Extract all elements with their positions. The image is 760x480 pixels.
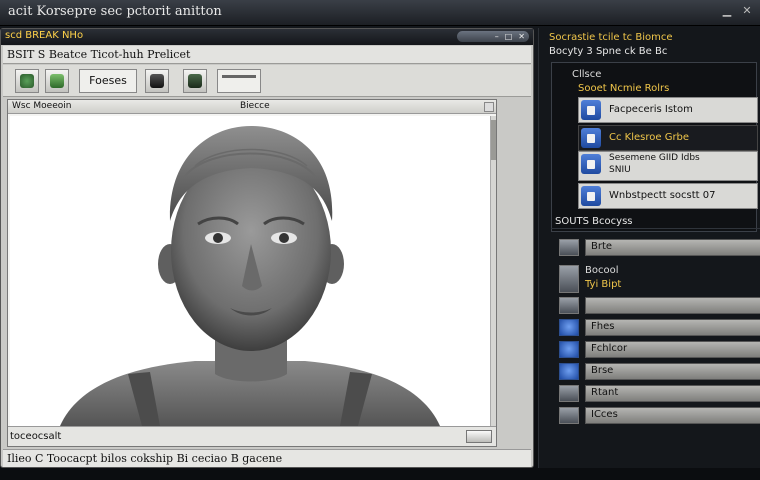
app-window: acit Korsepre sec pctorit anitton ▁ ✕ sc… — [0, 0, 760, 480]
document-icon — [581, 128, 601, 148]
layer-item[interactable]: ICces — [559, 407, 760, 424]
render-tool-button[interactable] — [145, 69, 169, 93]
editor-window: scd BREAK NHo – □ ✕ BSIT S Beatce Ticot-… — [0, 28, 534, 468]
cube-icon — [150, 74, 164, 88]
minimize-icon[interactable]: ▁ — [720, 4, 734, 18]
layers-list: Brte Bocool Tyi Bipt Fhes Fchlcor Brse R… — [551, 228, 760, 456]
side-panel: Socrastie tcile tc Biomce Bocyty 3 Spne … — [538, 28, 760, 468]
vertical-scrollbar[interactable] — [490, 116, 496, 446]
panel-subheading: Bocyty 3 Spne ck Be Bc — [549, 46, 668, 57]
toolbar: Foeses — [3, 65, 531, 97]
paint-tool-button[interactable] — [15, 69, 39, 93]
viewport-toggle-button[interactable] — [466, 430, 492, 443]
layers-title: SOUTS Bcocyss — [555, 216, 633, 227]
layer-icon — [559, 385, 579, 402]
editor-header: scd BREAK NHo – □ ✕ — [1, 29, 533, 45]
sphere-icon — [559, 363, 579, 380]
viewport-name: Wsc Moeeoin — [12, 101, 72, 111]
editor-title: scd BREAK NHo — [5, 30, 84, 41]
property-row[interactable]: Sesemene GIID Idbs SNIU — [578, 151, 758, 181]
layer-item[interactable]: Fhes — [559, 319, 760, 336]
property-row[interactable]: Facpeceris Istom — [578, 97, 758, 123]
properties-header: Cllsce — [572, 69, 602, 80]
layer-icon — [559, 297, 579, 314]
layer-bar — [585, 297, 760, 314]
viewport-panel: Wsc Moeeoin Biecce toceocsalt — [7, 99, 497, 447]
close-icon[interactable]: ✕ — [518, 31, 525, 42]
camera-tool-button[interactable] — [183, 69, 207, 93]
layer-item[interactable] — [559, 297, 760, 314]
document-icon — [581, 154, 601, 174]
property-row-selected[interactable]: Cc Klesroe Grbe — [578, 125, 758, 151]
panel-heading: Socrastie tcile tc Biomce — [549, 32, 673, 43]
slider-track — [222, 75, 256, 78]
viewport-footer: toceocsalt — [8, 426, 496, 446]
layer-item[interactable]: Rtant — [559, 385, 760, 402]
status-bar: Ilieo C Toocacpt bilos cokship Bi ceciao… — [3, 449, 531, 467]
features-button[interactable]: Foeses — [79, 69, 137, 93]
camera-icon — [188, 74, 202, 88]
render-canvas[interactable] — [10, 116, 492, 426]
menu-items[interactable]: BSIT S Beatce Ticot-huh Prelicet — [7, 48, 190, 61]
viewport-footer-label: toceocsalt — [10, 431, 62, 442]
layer-icon — [559, 265, 579, 293]
viewport-header: Wsc Moeeoin Biecce — [8, 100, 496, 114]
properties-group: Cllsce Sooet Ncmie Rolrs Facpeceris Isto… — [551, 62, 758, 232]
menu-bar: BSIT S Beatce Ticot-huh Prelicet — [3, 46, 531, 64]
layer-item[interactable]: Fchlcor — [559, 341, 760, 358]
viewport-caption: Biecce — [240, 101, 270, 111]
property-row[interactable]: Wnbstpectt socstt 07 — [578, 183, 758, 209]
palette-icon — [20, 74, 34, 88]
layer-item[interactable]: Brse — [559, 363, 760, 380]
layer-icon — [559, 239, 579, 256]
image-tool-button[interactable] — [45, 69, 69, 93]
document-icon — [581, 100, 601, 120]
layer-item[interactable]: Brte — [559, 239, 760, 256]
close-icon[interactable]: ✕ — [740, 4, 754, 18]
viewport-close-button[interactable] — [484, 102, 494, 112]
properties-subheader: Sooet Ncmie Rolrs — [578, 83, 670, 94]
window-title: acit Korsepre sec pctorit anitton — [8, 4, 222, 19]
image-icon — [50, 74, 64, 88]
brush-size-control[interactable] — [217, 69, 261, 93]
editor-controls: – □ ✕ — [457, 31, 529, 42]
window-controls: ▁ ✕ — [720, 4, 754, 18]
title-bar: acit Korsepre sec pctorit anitton ▁ ✕ — [0, 0, 760, 26]
maximize-icon[interactable]: □ — [505, 31, 513, 42]
scrollbar-thumb[interactable] — [491, 120, 496, 160]
sphere-icon — [559, 319, 579, 336]
status-text: Ilieo C Toocacpt bilos cokship Bi ceciao… — [7, 452, 283, 465]
layer-item[interactable]: Bocool Tyi Bipt — [559, 265, 760, 293]
document-icon — [581, 186, 601, 206]
minimize-icon[interactable]: – — [495, 31, 499, 42]
portrait-render — [60, 126, 440, 426]
sphere-icon — [559, 341, 579, 358]
layer-icon — [559, 407, 579, 424]
